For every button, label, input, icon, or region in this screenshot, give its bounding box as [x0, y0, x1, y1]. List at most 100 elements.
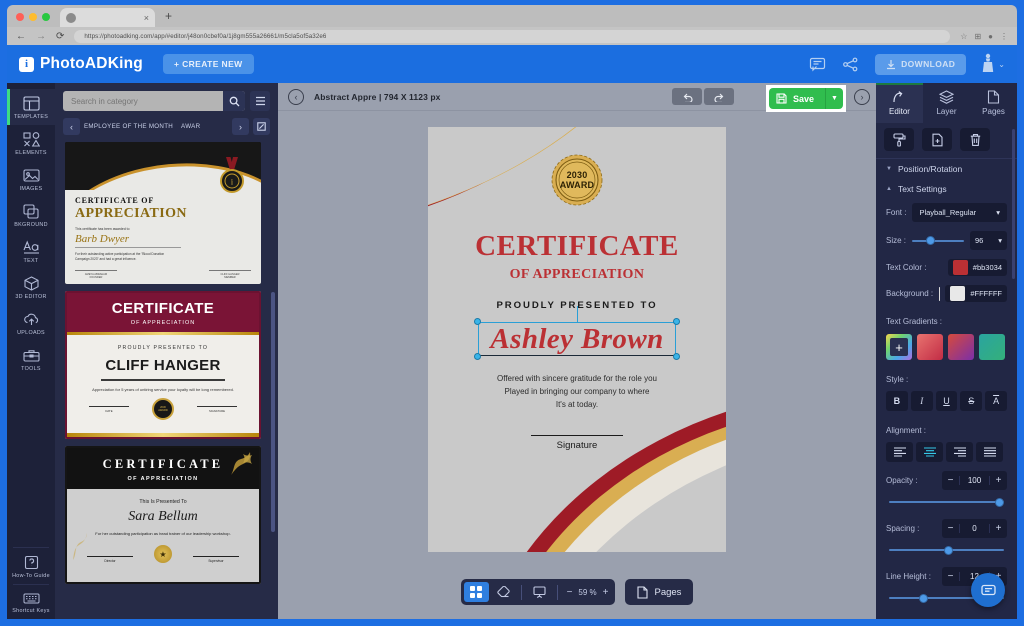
tab-layer[interactable]: Layer: [923, 83, 970, 123]
url-input[interactable]: https://photoadking.com/app/#editor/j48o…: [74, 29, 951, 43]
add-gradient-button[interactable]: +: [886, 334, 912, 360]
opacity-plus-button[interactable]: +: [990, 475, 1007, 486]
reload-icon[interactable]: ⟳: [56, 31, 64, 42]
back-icon[interactable]: ←: [16, 31, 26, 42]
bookmark-star-icon[interactable]: ☆: [960, 32, 967, 41]
signature-block[interactable]: Signature: [531, 434, 623, 451]
download-button[interactable]: DOWNLOAD: [875, 53, 967, 75]
overline-button[interactable]: A: [985, 391, 1007, 411]
bold-button[interactable]: B: [886, 391, 908, 411]
maximize-window-button[interactable]: [42, 13, 50, 21]
resize-handle-top-right[interactable]: [673, 318, 680, 325]
underline-button[interactable]: U: [935, 391, 958, 411]
grid-view-button[interactable]: [463, 582, 489, 602]
template-card-1[interactable]: CERTIFICATE OF APPRECIATION This certifi…: [65, 142, 261, 284]
chat-support-button[interactable]: [971, 573, 1005, 607]
font-select[interactable]: Playball_Regular ▾: [912, 203, 1007, 222]
undo-button[interactable]: [672, 88, 702, 105]
category-next-button[interactable]: ›: [232, 118, 249, 135]
duplicate-button[interactable]: [922, 128, 952, 151]
save-dropdown-caret-icon[interactable]: ▼: [825, 88, 843, 109]
extensions-icon[interactable]: ⊞: [974, 32, 981, 41]
tab-editor[interactable]: Editor: [876, 83, 923, 123]
menu-icon[interactable]: ⋮: [1000, 32, 1008, 41]
align-left-button[interactable]: [886, 442, 913, 462]
sidebar-item-tools[interactable]: TOOLS: [7, 341, 55, 377]
strikethrough-button[interactable]: S: [960, 391, 983, 411]
align-center-button[interactable]: [916, 442, 943, 462]
search-submit-button[interactable]: [223, 91, 245, 111]
opacity-slider-knob[interactable]: [995, 497, 1004, 507]
comment-icon[interactable]: [809, 57, 826, 72]
pages-button[interactable]: Pages: [625, 579, 694, 605]
zoom-in-button[interactable]: +: [603, 587, 609, 598]
right-panel-scrollbar[interactable]: [1012, 129, 1015, 279]
size-select[interactable]: 96 ▾: [970, 231, 1007, 250]
certificate-document[interactable]: 2030 AWARD CERTIFICATE OF APPRECIATION P…: [428, 127, 726, 552]
save-button[interactable]: Save ▼: [768, 88, 843, 109]
text-color-swatch[interactable]: [952, 260, 968, 275]
spacing-plus-button[interactable]: +: [990, 523, 1007, 534]
align-justify-button[interactable]: [976, 442, 1003, 462]
template-card-3[interactable]: CERTIFICATE OF APPRECIATION This Is Pres…: [65, 446, 261, 584]
resize-handle-bottom-left[interactable]: [474, 353, 481, 360]
search-box[interactable]: [63, 91, 245, 111]
shortcut-keys-button[interactable]: Shortcut Keys: [7, 585, 55, 619]
accordion-text-settings[interactable]: ▲ Text Settings: [876, 179, 1017, 199]
sidebar-item-background[interactable]: BKGROUND: [7, 197, 55, 233]
text-color-control[interactable]: #bb3034: [947, 259, 1007, 276]
line-height-minus-button[interactable]: −: [942, 571, 959, 582]
resize-handle-top-left[interactable]: [474, 318, 481, 325]
opacity-stepper[interactable]: − 100 +: [942, 471, 1007, 490]
list-view-button[interactable]: [250, 91, 270, 111]
certificate-subtitle[interactable]: OF APPRECIATION: [510, 267, 645, 283]
minimize-window-button[interactable]: [29, 13, 37, 21]
accordion-position-rotation[interactable]: ▼ Position/Rotation: [876, 159, 1017, 179]
sidebar-item-images[interactable]: IMAGES: [7, 161, 55, 197]
forward-icon[interactable]: →: [36, 31, 46, 42]
template-list[interactable]: CERTIFICATE OF APPRECIATION This certifi…: [55, 142, 278, 614]
gradient-swatch-3[interactable]: [979, 334, 1005, 360]
resize-handle-bottom-right[interactable]: [673, 353, 680, 360]
certificate-body-text[interactable]: Offered with sincere gratitude for the r…: [472, 372, 682, 412]
category-expand-button[interactable]: [253, 118, 270, 135]
create-new-button[interactable]: + CREATE NEW: [162, 54, 254, 74]
size-slider[interactable]: [912, 234, 964, 248]
sidebar-item-text[interactable]: TEXT: [7, 233, 55, 269]
how-to-guide-button[interactable]: How-To Guide: [7, 548, 55, 584]
template-list-scrollbar[interactable]: [271, 292, 275, 532]
template-card-2[interactable]: CERTIFICATE OF APPRECIATION PROUDLY PRES…: [65, 291, 261, 439]
opacity-slider[interactable]: [889, 495, 1004, 509]
share-icon[interactable]: [842, 57, 859, 72]
tab-pages[interactable]: Pages: [970, 83, 1017, 123]
sidebar-item-templates[interactable]: TEMPLATES: [7, 89, 55, 125]
sidebar-item-uploads[interactable]: UPLOADS: [7, 305, 55, 341]
category-prev-button[interactable]: ‹: [63, 118, 80, 135]
browser-tab[interactable]: ×: [60, 8, 155, 27]
search-input[interactable]: [63, 96, 223, 106]
category-chip-award[interactable]: AWAR: [181, 123, 200, 130]
size-slider-knob[interactable]: [925, 236, 935, 245]
sidebar-item-3d-editor[interactable]: 3D EDITOR: [7, 269, 55, 305]
certificate-title[interactable]: CERTIFICATE: [475, 230, 679, 263]
spacing-minus-button[interactable]: −: [942, 523, 959, 534]
line-height-slider-knob[interactable]: [918, 593, 928, 603]
panel-collapse-right-button[interactable]: ›: [854, 89, 870, 105]
background-color-control[interactable]: #FFFFFF: [945, 285, 1007, 302]
opacity-minus-button[interactable]: −: [942, 475, 959, 486]
presentation-button[interactable]: [527, 582, 552, 602]
spacing-slider-knob[interactable]: [944, 545, 954, 555]
redo-button[interactable]: [704, 88, 734, 105]
sidebar-item-elements[interactable]: ELEMENTS: [7, 125, 55, 161]
italic-button[interactable]: I: [910, 391, 933, 411]
gradient-swatch-1[interactable]: [917, 334, 943, 360]
panel-collapse-left-button[interactable]: ‹: [288, 88, 304, 105]
user-menu[interactable]: ⌄: [982, 53, 1005, 75]
zoom-out-button[interactable]: −: [567, 587, 573, 598]
align-right-button[interactable]: [946, 442, 973, 462]
background-color-swatch[interactable]: [950, 286, 966, 301]
spacing-slider[interactable]: [889, 543, 1004, 557]
profile-icon[interactable]: ●: [988, 32, 993, 41]
spacing-stepper[interactable]: − 0 +: [942, 519, 1007, 538]
close-tab-icon[interactable]: ×: [144, 13, 149, 23]
